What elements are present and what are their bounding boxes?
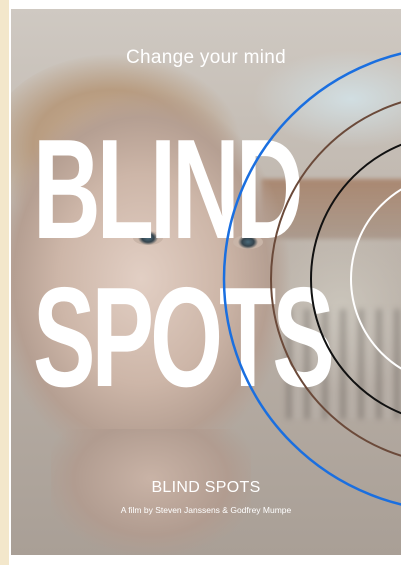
- side-strip: [0, 0, 9, 565]
- ring-outer-blue: [222, 52, 401, 506]
- film-credit: A film by Steven Janssens & Godfrey Mump…: [120, 505, 292, 515]
- page-frame: Change your mind BLIND SPOTS BLIND SPOTS…: [0, 0, 401, 565]
- film-poster: Change your mind BLIND SPOTS BLIND SPOTS…: [11, 9, 401, 555]
- concentric-rings-graphic: [222, 52, 401, 506]
- ring-brown: [270, 101, 401, 457]
- ring-black: [310, 143, 401, 415]
- film-title: BLIND SPOTS: [151, 479, 261, 496]
- ring-white: [350, 188, 401, 370]
